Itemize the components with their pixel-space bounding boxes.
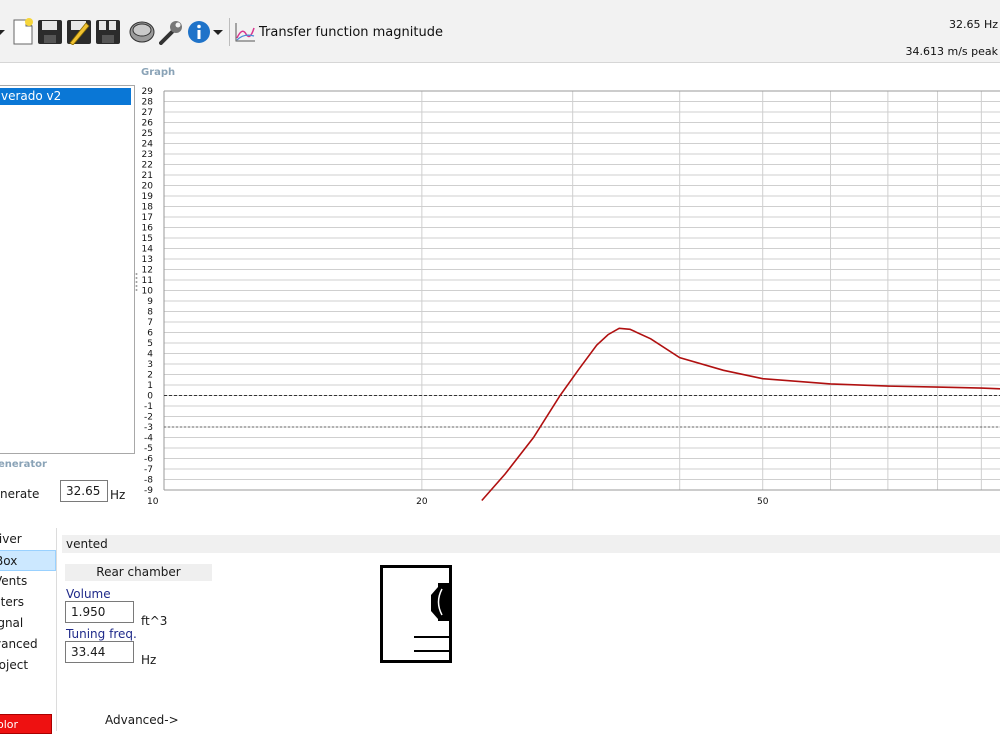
y-tick-label: 29 [142,87,154,97]
color-button[interactable]: olor [0,714,52,734]
driver-list-item[interactable]: verado v2 [0,88,131,105]
save-all-icon [96,20,120,44]
y-tick-label: -7 [144,465,153,475]
nav-item-filters[interactable]: ilters [0,592,56,613]
y-tick-label: -4 [144,434,153,444]
y-tick-label: -3 [144,423,153,433]
toolbar: Transfer function magnitude 32.65 Hz 34.… [0,0,1000,63]
y-tick-label: 8 [147,308,153,318]
y-tick-label: 19 [142,192,154,202]
y-tick-label: 24 [142,140,154,150]
info-icon [188,21,210,43]
y-tick-label: 12 [142,266,153,276]
generator-unit: Hz [110,488,126,502]
save-button[interactable] [37,17,63,47]
chevron-down-icon [0,30,5,35]
y-tick-label: -5 [144,444,153,454]
y-tick-label: 9 [147,297,153,307]
graph-type-label[interactable]: Transfer function magnitude [259,25,443,40]
y-tick-label: 25 [142,129,153,139]
info-button[interactable] [187,17,211,47]
volume-unit: ft^3 [141,614,168,628]
generator-frequency-input[interactable]: 32.65 [60,480,108,502]
magnitude-curve [481,327,1000,502]
x-tick-label: 10 [147,497,159,507]
save-as-icon [67,20,91,45]
rear-chamber-button[interactable]: Rear chamber [65,564,212,581]
y-tick-label: 22 [142,161,153,171]
y-tick-label: 10 [142,287,154,297]
splitter-handle[interactable] [134,272,139,294]
y-tick-label: 2 [147,371,153,381]
y-tick-label: 13 [142,255,153,265]
y-tick-label: 18 [142,203,154,213]
y-tick-label: 4 [147,350,153,360]
save-all-button[interactable] [95,17,121,47]
nav-item-vents[interactable]: Vents [0,571,56,592]
y-tick-label: -1 [144,402,153,412]
y-tick-label: 5 [147,339,153,349]
tools-button[interactable] [158,17,184,47]
y-tick-label: -2 [144,413,153,423]
generator-section-label: enerator [0,459,47,470]
y-tick-label: 26 [142,119,154,129]
y-tick-label: 0 [147,392,153,402]
y-tick-label: 14 [142,245,154,255]
new-file-icon [13,18,33,45]
y-tick-label: 11 [142,276,153,286]
y-tick-label: 21 [142,171,153,181]
volume-label: Volume [66,587,111,601]
peak-readout: 34.613 m/s peak [905,45,999,58]
save-as-button[interactable] [66,17,92,47]
nav-item-project[interactable]: roject [0,655,56,676]
y-tick-label: 23 [142,150,153,160]
save-icon [38,20,62,44]
y-tick-label: -9 [144,486,153,496]
graph-icon [235,23,255,42]
nav-item-signal[interactable]: ignal [0,613,56,634]
graph-canvas: 2928272625242322212019181716151413121110… [142,87,1000,507]
driver-icon [129,21,155,43]
new-button[interactable] [10,17,36,47]
transfer-function-graph[interactable]: 29 28 27 26 25 24 23 22 21 20 19 18 17 16 15 14 13 12 11 10… [140,84,1000,514]
y-tick-label: 20 [142,182,154,192]
nav-item-box[interactable]: Box [0,550,56,571]
y-tick-label: 17 [142,213,153,223]
graph-section-label: Graph [141,67,176,78]
y-tick-label: -6 [144,455,153,465]
wrench-icon [159,21,182,45]
y-tick-label: 6 [147,329,153,339]
y-tick-label: 7 [147,318,153,328]
info-dropdown-button[interactable] [212,17,224,47]
chevron-down-icon [213,30,223,35]
side-nav: river Box Vents ilters ignal vanced roje… [0,528,57,731]
frequency-readout: 32.65 Hz [948,18,998,31]
x-tick-label: 20 [416,497,428,507]
driver-button[interactable] [128,17,156,47]
y-tick-label: 15 [142,234,153,244]
nav-item-advanced[interactable]: vanced [0,634,56,655]
x-tick-label: 50 [757,497,769,507]
y-tick-label: 27 [142,108,153,118]
graph-type-button[interactable] [233,17,257,47]
nav-item-driver[interactable]: river [0,529,56,550]
y-tick-label: -8 [144,476,153,486]
tuning-freq-label: Tuning freq. [66,627,137,641]
box-type-header: vented [62,535,1000,553]
y-tick-label: 28 [142,98,154,108]
toolbar-dropdown-button[interactable] [0,17,6,47]
enclosure-diagram [380,565,452,663]
y-tick-label: 3 [147,360,153,370]
y-tick-label: 16 [142,224,154,234]
toolbar-separator [229,18,230,46]
tuning-freq-input[interactable]: 33.44 [65,641,134,663]
advanced-link[interactable]: Advanced-> [105,713,179,727]
driver-list[interactable]: verado v2 [0,85,135,454]
volume-input[interactable]: 1.950 [65,601,134,623]
y-tick-label: 1 [147,381,153,391]
tuning-freq-unit: Hz [141,653,157,667]
generator-label: nerate [0,487,40,501]
